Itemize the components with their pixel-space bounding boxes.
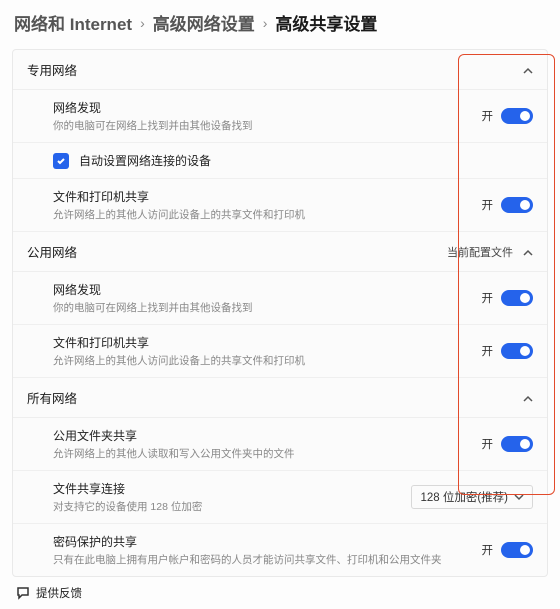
item-title: 文件和打印机共享 (53, 188, 472, 205)
chevron-up-icon (523, 247, 533, 257)
toggle-private-file-printer[interactable] (501, 197, 533, 213)
item-subtitle: 允许网络上的其他人访问此设备上的共享文件和打印机 (53, 353, 472, 368)
encryption-select[interactable]: 128 位加密(推荐) (411, 485, 533, 509)
feedback-label[interactable]: 提供反馈 (36, 585, 82, 601)
chevron-right-icon: › (140, 15, 145, 31)
item-private-network-discovery: 网络发现 你的电脑可在网络上找到并由其他设备找到 开 (13, 90, 547, 143)
chevron-down-icon (514, 492, 524, 502)
item-auto-setup-devices[interactable]: 自动设置网络连接的设备 (13, 143, 547, 179)
toggle-state-label: 开 (482, 436, 494, 452)
item-private-file-printer-sharing: 文件和打印机共享 允许网络上的其他人访问此设备上的共享文件和打印机 开 (13, 179, 547, 232)
toggle-public-folder-sharing[interactable] (501, 436, 533, 452)
settings-panel: 专用网络 网络发现 你的电脑可在网络上找到并由其他设备找到 开 自动设置网络连接… (12, 49, 548, 577)
section-title-all: 所有网络 (27, 388, 77, 407)
item-public-network-discovery: 网络发现 你的电脑可在网络上找到并由其他设备找到 开 (13, 272, 547, 325)
breadcrumb-crumb-network[interactable]: 网络和 Internet (14, 10, 132, 35)
section-title-public: 公用网络 (27, 242, 77, 261)
item-title: 网络发现 (53, 281, 472, 298)
toggle-private-network-discovery[interactable] (501, 108, 533, 124)
toggle-state-label: 开 (482, 343, 494, 359)
item-password-protected-sharing: 密码保护的共享 只有在此电脑上拥有用户帐户和密码的人员才能访问共享文件、打印机和… (13, 524, 547, 576)
chevron-up-icon (523, 65, 533, 75)
toggle-state-label: 开 (482, 290, 494, 306)
current-profile-badge: 当前配置文件 (447, 244, 513, 260)
item-subtitle: 你的电脑可在网络上找到并由其他设备找到 (53, 300, 472, 315)
toggle-password-protected[interactable] (501, 542, 533, 558)
toggle-public-network-discovery[interactable] (501, 290, 533, 306)
chevron-up-icon (523, 393, 533, 403)
select-value: 128 位加密(推荐) (420, 489, 508, 505)
section-header-private[interactable]: 专用网络 (13, 50, 547, 90)
breadcrumb-current: 高级共享设置 (275, 10, 377, 35)
checkbox-auto-setup[interactable] (53, 153, 69, 169)
item-subtitle: 允许网络上的其他人访问此设备上的共享文件和打印机 (53, 207, 472, 222)
toggle-state-label: 开 (482, 108, 494, 124)
checkbox-label: 自动设置网络连接的设备 (79, 152, 211, 169)
section-header-all[interactable]: 所有网络 (13, 378, 547, 418)
feedback-link[interactable]: 提供反馈 (0, 577, 560, 609)
toggle-state-label: 开 (482, 197, 494, 213)
item-public-folder-sharing: 公用文件夹共享 允许网络上的其他人读取和写入公用文件夹中的文件 开 (13, 418, 547, 471)
feedback-icon (16, 586, 30, 600)
item-subtitle: 允许网络上的其他人读取和写入公用文件夹中的文件 (53, 446, 472, 461)
item-title: 公用文件夹共享 (53, 427, 472, 444)
toggle-public-file-printer[interactable] (501, 343, 533, 359)
item-title: 网络发现 (53, 99, 472, 116)
item-subtitle: 只有在此电脑上拥有用户帐户和密码的人员才能访问共享文件、打印机和公用文件夹 (53, 552, 472, 567)
item-subtitle: 对支持它的设备使用 128 位加密 (53, 499, 401, 514)
toggle-state-label: 开 (482, 542, 494, 558)
breadcrumb-crumb-advanced[interactable]: 高级网络设置 (153, 10, 255, 35)
breadcrumb: 网络和 Internet › 高级网络设置 › 高级共享设置 (0, 0, 560, 49)
item-title: 文件共享连接 (53, 480, 401, 497)
item-subtitle: 你的电脑可在网络上找到并由其他设备找到 (53, 118, 472, 133)
section-title-private: 专用网络 (27, 60, 77, 79)
item-title: 文件和打印机共享 (53, 334, 472, 351)
item-file-sharing-connection: 文件共享连接 对支持它的设备使用 128 位加密 128 位加密(推荐) (13, 471, 547, 524)
chevron-right-icon: › (263, 15, 268, 31)
item-public-file-printer-sharing: 文件和打印机共享 允许网络上的其他人访问此设备上的共享文件和打印机 开 (13, 325, 547, 378)
section-header-public[interactable]: 公用网络 当前配置文件 (13, 232, 547, 272)
